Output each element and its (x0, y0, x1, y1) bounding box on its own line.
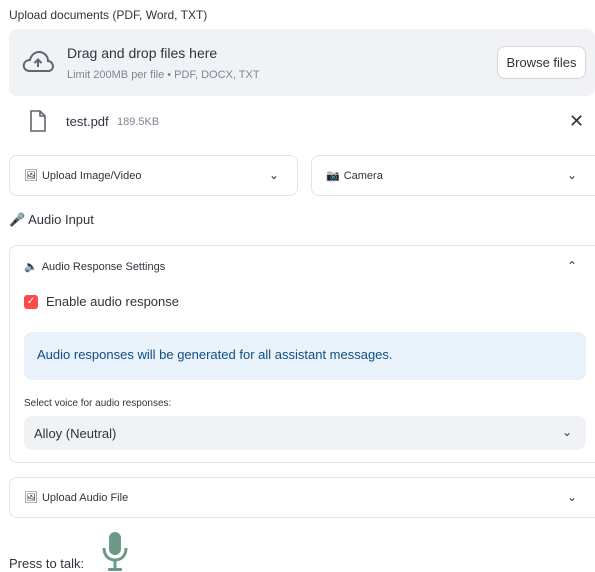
framed-picture-icon: 🖼 (24, 170, 38, 182)
voice-select-label: Select voice for audio responses: (24, 398, 172, 409)
press-to-talk-label: Press to talk: (9, 556, 85, 571)
chevron-down-icon: ⌄ (566, 490, 577, 504)
chevron-down-icon: ⌄ (268, 168, 279, 182)
uploaded-file-row: test.pdf 189.5KB ✕ (9, 106, 595, 138)
upload-audio-file-label: Upload Audio File (41, 491, 129, 504)
audio-input-heading: 🎤 Audio Input (9, 212, 94, 227)
checkbox-checked-icon[interactable]: ✓ (24, 294, 38, 309)
remove-file-close-icon[interactable]: ✕ (569, 111, 584, 132)
chevron-up-icon: ⌃ (566, 259, 577, 273)
file-name: test.pdf (66, 114, 109, 129)
upload-audio-file-expander[interactable]: 🖼 Upload Audio File ⌄ (9, 477, 595, 518)
file-dropzone[interactable]: Drag and drop files here Limit 200MB per… (9, 29, 595, 96)
file-size: 189.5KB (117, 116, 160, 128)
audio-settings-header[interactable]: 🔈 Audio Response Settings ⌃ (10, 246, 595, 286)
upload-image-video-expander[interactable]: 🖼 Upload Image/Video ⌄ (9, 155, 298, 196)
camera-label: Camera (343, 169, 383, 182)
enable-audio-label: Enable audio response (46, 294, 179, 309)
microphone-icon: 🎤 (9, 212, 26, 227)
audio-settings-label: Audio Response Settings (41, 260, 166, 273)
cloud-upload-icon (22, 50, 54, 72)
chevron-down-icon: ⌄ (561, 425, 572, 439)
chevron-down-icon: ⌄ (566, 168, 577, 182)
camera-expander[interactable]: 📷 Camera ⌄ (311, 155, 595, 196)
voice-select-value: Alloy (Neutral) (34, 426, 117, 441)
voice-select[interactable]: Alloy (Neutral) ⌄ (24, 416, 586, 450)
enable-audio-checkbox-row[interactable]: ✓ Enable audio response (24, 294, 179, 309)
speaker-icon: 🔈 (24, 261, 38, 273)
dropzone-limit-text: Limit 200MB per file • PDF, DOCX, TXT (67, 69, 260, 81)
file-icon (30, 110, 46, 132)
audio-info-box: Audio responses will be generated for al… (24, 332, 586, 380)
upload-image-video-label: Upload Image/Video (41, 169, 142, 182)
camera-icon: 📷 (326, 170, 340, 182)
audio-response-settings-expander: 🔈 Audio Response Settings ⌃ ✓ Enable aud… (9, 245, 595, 463)
upload-label: Upload documents (PDF, Word, TXT) (9, 8, 208, 22)
framed-picture-icon: 🖼 (24, 492, 38, 504)
dropzone-title: Drag and drop files here (67, 45, 218, 61)
microphone-record-button[interactable] (100, 531, 130, 572)
browse-files-button[interactable]: Browse files (497, 46, 586, 79)
